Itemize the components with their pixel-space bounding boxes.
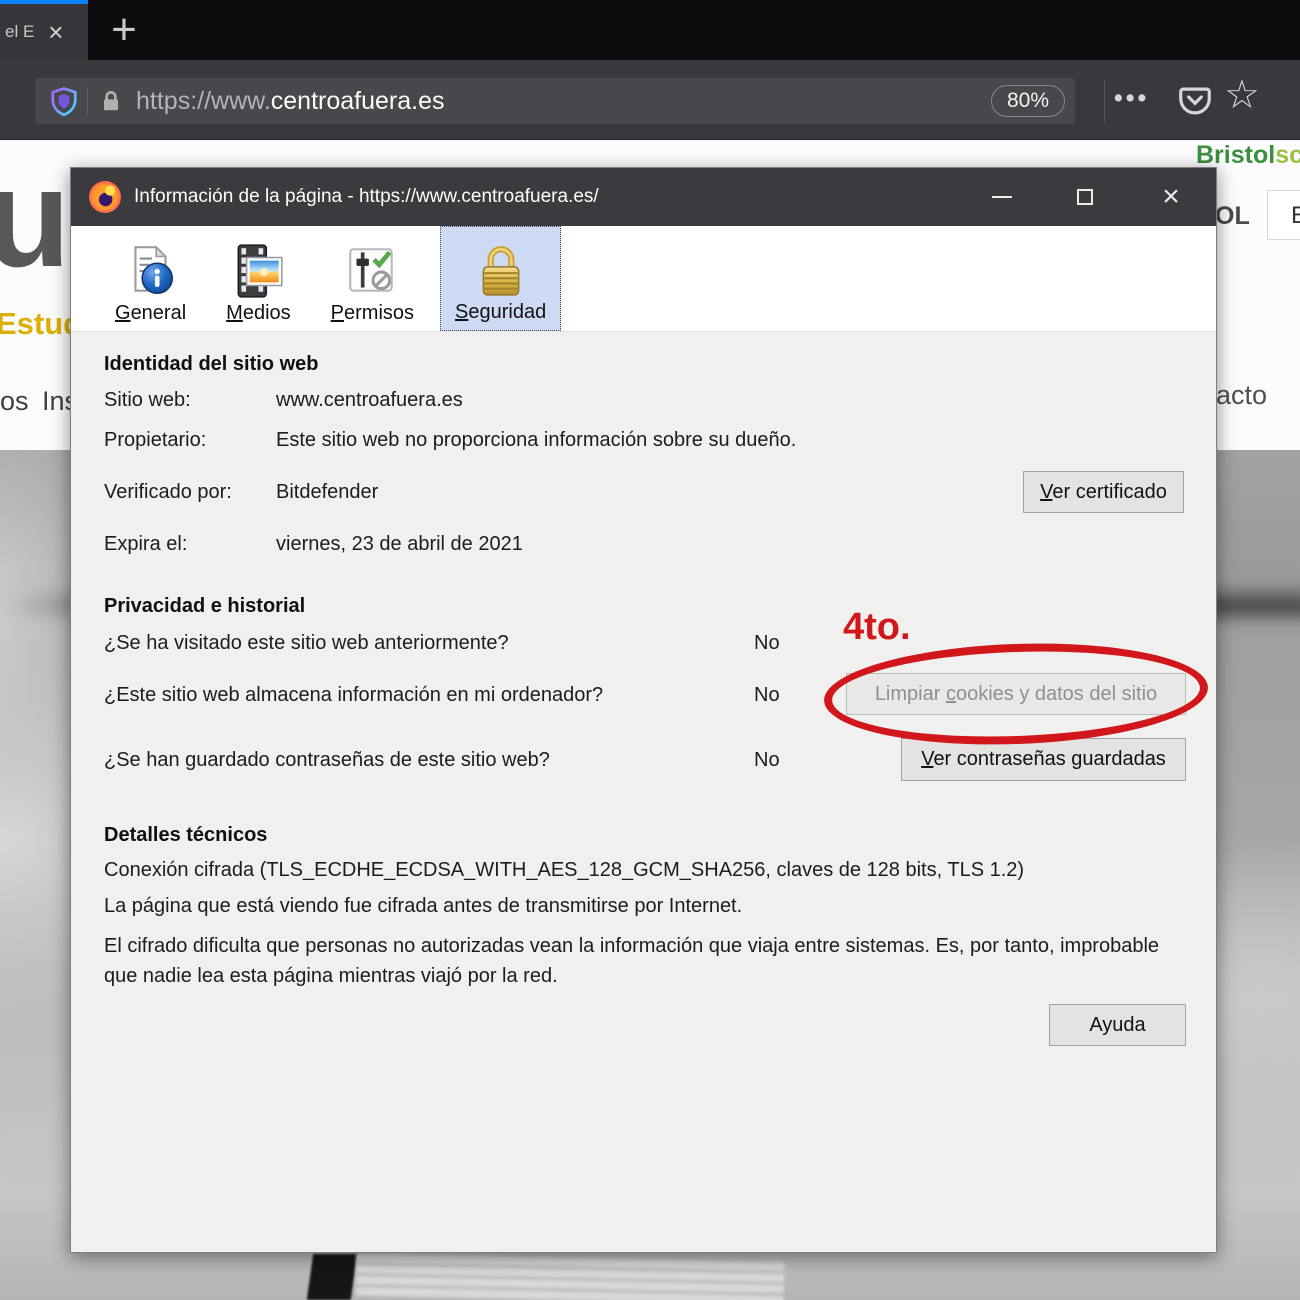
visited-question: ¿Se ha visitado este sitio web anteriorm…	[104, 632, 509, 655]
url-text: https://www.centroafuera.es	[136, 87, 444, 116]
brand-part1: Bristol	[1196, 141, 1275, 169]
page-nav-fragment-contact: acto	[1216, 380, 1267, 411]
storage-question: ¿Este sitio web almacena información en …	[104, 684, 603, 707]
tab-seguridad-selected[interactable]: Seguridad	[440, 226, 561, 331]
screen: Bristolsch OL E u Estud os Ins acto el E…	[0, 0, 1300, 1300]
tab-seguridad-label: Seguridad	[455, 301, 546, 324]
tab-bar: el E × +	[0, 0, 1300, 60]
site-value: www.centroafuera.es	[276, 389, 463, 412]
page-nav-fragment: os	[0, 386, 29, 417]
security-padlock-icon	[472, 237, 530, 299]
verified-value: Bitdefender	[276, 481, 378, 504]
bookmark-star-icon[interactable]: ☆	[1224, 72, 1260, 118]
background-email-screen	[356, 1254, 785, 1300]
lock-icon	[98, 87, 124, 115]
tab-medios-label: Medios	[226, 302, 290, 325]
language-button-fragment: E	[1267, 190, 1300, 240]
tracking-protection-shield-icon[interactable]	[49, 84, 79, 118]
tab-medios[interactable]: Medios	[212, 226, 304, 331]
tab-general[interactable]: General	[101, 226, 200, 331]
encryption-explain-line: El cifrado dificulta que personas no aut…	[104, 931, 1164, 991]
owner-label: Propietario:	[104, 429, 206, 452]
permissions-slider-icon	[343, 238, 401, 300]
site-brand-logo: Bristolsch	[1196, 141, 1300, 170]
media-filmstrip-icon	[229, 238, 287, 300]
view-passwords-button[interactable]: Ver contraseñas guardadas	[901, 738, 1186, 781]
tab-title: el E	[0, 22, 34, 42]
navigation-toolbar: https://www.centroafuera.es 80% ••• ☆	[0, 60, 1300, 140]
dialog-titlebar[interactable]: Información de la página - https://www.c…	[71, 168, 1216, 226]
passwords-question: ¿Se han guardado contraseñas de este sit…	[104, 749, 550, 772]
toolbar-divider	[1104, 80, 1105, 122]
dialog-toolbar: General	[71, 226, 1216, 332]
maximize-button[interactable]	[1059, 168, 1111, 226]
new-tab-button[interactable]: +	[100, 0, 148, 60]
pocket-icon[interactable]	[1176, 82, 1214, 120]
zoom-level-indicator[interactable]: 80%	[991, 85, 1065, 117]
background-monitor-edge	[307, 1254, 357, 1300]
general-info-icon	[122, 238, 180, 300]
active-tab[interactable]: el E ×	[0, 0, 88, 60]
encryption-line: Conexión cifrada (TLS_ECDHE_ECDSA_WITH_A…	[104, 859, 1024, 882]
tab-close-icon[interactable]: ×	[48, 19, 63, 45]
page-logo-fragment: u	[0, 148, 71, 288]
verified-label: Verificado por:	[104, 481, 232, 504]
expires-value: viernes, 23 de abril de 2021	[276, 533, 523, 556]
passwords-answer: No	[754, 749, 780, 772]
overflow-menu-icon[interactable]: •••	[1114, 84, 1149, 113]
site-label: Sitio web:	[104, 389, 191, 412]
tab-permisos-label: Permisos	[331, 302, 414, 325]
address-bar[interactable]: https://www.centroafuera.es 80%	[35, 78, 1075, 124]
minimize-button[interactable]	[976, 168, 1028, 226]
privacy-heading: Privacidad e historial	[104, 595, 305, 618]
security-panel: Identidad del sitio web Sitio web: www.c…	[71, 332, 1216, 1254]
view-certificate-button[interactable]: Ver certificado	[1023, 471, 1184, 513]
help-button[interactable]: Ayuda	[1049, 1004, 1186, 1046]
firefox-logo-icon	[89, 181, 121, 213]
owner-value: Este sitio web no proporciona informació…	[276, 429, 796, 452]
brand-part2: sch	[1275, 141, 1300, 169]
close-button[interactable]: ×	[1135, 168, 1207, 226]
tab-general-label: General	[115, 302, 186, 325]
expires-label: Expira el:	[104, 533, 187, 556]
tab-permisos[interactable]: Permisos	[317, 226, 428, 331]
language-link-fragment: OL	[1215, 202, 1250, 231]
technical-heading: Detalles técnicos	[104, 824, 267, 847]
page-encrypted-line: La página que está viendo fue cifrada an…	[104, 895, 742, 918]
storage-answer: No	[754, 684, 780, 707]
visited-answer: No	[754, 632, 780, 655]
urlbar-divider	[87, 86, 88, 116]
identity-heading: Identidad del sitio web	[104, 353, 318, 376]
annotation-step-label: 4to.	[843, 606, 911, 649]
dialog-title: Información de la página - https://www.c…	[134, 186, 599, 208]
